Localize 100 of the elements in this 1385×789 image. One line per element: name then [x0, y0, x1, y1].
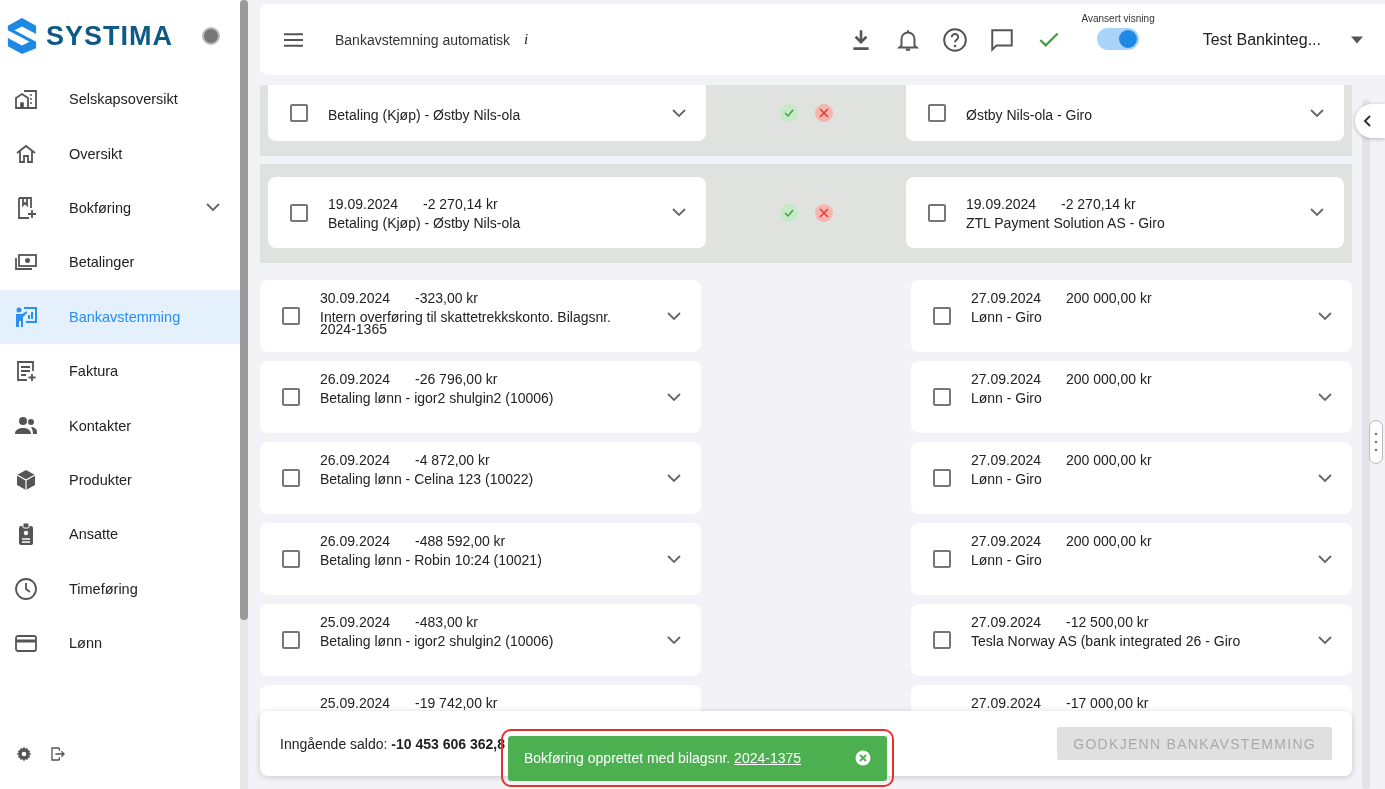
- chevron-down-icon[interactable]: [1310, 108, 1324, 118]
- date-text: 19.09.2024: [328, 196, 400, 213]
- amount-text: -4 872,00 kr: [415, 452, 490, 469]
- date-text: 27.09.2024: [971, 533, 1043, 550]
- menu-icon[interactable]: [284, 32, 303, 47]
- checkbox[interactable]: [933, 550, 951, 568]
- checkbox[interactable]: [928, 203, 946, 222]
- date-text: 27.09.2024: [971, 695, 1043, 712]
- chevron-down-icon[interactable]: [667, 554, 681, 564]
- reject-button[interactable]: [814, 104, 833, 122]
- nav-item[interactable]: Produkter: [0, 452, 240, 508]
- date-text: 26.09.2024: [320, 533, 392, 550]
- chevron-down-icon[interactable]: [1310, 208, 1324, 217]
- nav-item[interactable]: Faktura: [0, 343, 240, 399]
- chevron-down-icon[interactable]: [667, 392, 681, 402]
- chevron-down-icon[interactable]: [672, 208, 686, 217]
- checkbox[interactable]: [282, 307, 300, 325]
- chevron-down-icon[interactable]: [672, 108, 686, 118]
- amount-text: -483,00 kr: [415, 614, 479, 631]
- description-text: Lønn - Giro: [971, 392, 1043, 404]
- clock-icon: [14, 576, 38, 601]
- logout-icon[interactable]: [50, 746, 66, 762]
- amount-text: -323,00 kr: [415, 290, 479, 307]
- amount-text: 200 000,00 kr: [1066, 290, 1152, 307]
- nav-item[interactable]: Betalinger: [0, 235, 240, 290]
- amount-text: 200 000,00 kr: [1066, 533, 1152, 550]
- nav-item[interactable]: Lønn: [0, 615, 240, 671]
- description-text: Lønn - Giro: [971, 311, 1043, 323]
- date-text: 27.09.2024: [971, 290, 1043, 307]
- description-text: Intern overføring til skattetrekkskonto. Bilagsnr. 2024-1365: [320, 311, 612, 335]
- logo-icon: [6, 17, 38, 55]
- description-text: Betaling lønn - igor2 shulgin2 (10006): [320, 392, 555, 404]
- reject-button[interactable]: [814, 203, 833, 222]
- status-dot[interactable]: [202, 27, 220, 45]
- description-text: Tesla Norway AS (bank integrated 26 - Giro: [971, 635, 1242, 647]
- nav-item[interactable]: Bokføring: [0, 180, 240, 236]
- description-text: Lønn - Giro: [971, 473, 1043, 485]
- chevron-down-icon[interactable]: [1318, 473, 1332, 483]
- date-text: 27.09.2024: [971, 452, 1043, 469]
- chat-icon[interactable]: [988, 26, 1015, 53]
- close-icon[interactable]: [855, 750, 871, 766]
- description-text: Betaling (Kjøp) - Østby Nils-ola: [328, 217, 522, 229]
- nav-item[interactable]: Oversikt: [0, 126, 240, 181]
- amount-text: -17 000,00 kr: [1066, 695, 1149, 712]
- amount-text: 200 000,00 kr: [1066, 371, 1152, 388]
- chevron-down-icon[interactable]: [1318, 311, 1332, 321]
- date-text: 27.09.2024: [971, 371, 1043, 388]
- date-text: 25.09.2024: [320, 614, 392, 631]
- checkbox[interactable]: [282, 631, 300, 649]
- nav-item[interactable]: Selskapsoversikt: [0, 72, 240, 127]
- checkbox[interactable]: [290, 104, 308, 122]
- checkbox[interactable]: [282, 469, 300, 487]
- amount-text: -12 500,00 kr: [1066, 614, 1149, 631]
- company-selector[interactable]: Test Bankinteg...: [1202, 30, 1321, 49]
- date-text: 27.09.2024: [971, 614, 1043, 631]
- description-text: Betaling (Kjøp) - Østby Nils-ola: [328, 109, 522, 121]
- resize-handle[interactable]: [1369, 420, 1383, 464]
- description-text: Betaling lønn - igor2 shulgin2 (10006): [320, 635, 555, 647]
- checkbox[interactable]: [928, 104, 946, 122]
- check-icon: [783, 108, 794, 118]
- collapse-button[interactable]: [1355, 104, 1385, 138]
- chevron-left-icon: [1363, 115, 1371, 127]
- checkbox[interactable]: [282, 550, 300, 568]
- chevron-down-icon[interactable]: [667, 635, 681, 645]
- nav-item[interactable]: Timeføring: [0, 561, 240, 616]
- chevron-down-icon[interactable]: [206, 203, 220, 213]
- scrollbar-thumb[interactable]: [240, 0, 248, 620]
- settings-icon[interactable]: [16, 746, 32, 762]
- checkbox[interactable]: [282, 388, 300, 406]
- caret-icon[interactable]: [1351, 35, 1363, 44]
- amount-text: -19 742,00 kr: [415, 695, 498, 712]
- chevron-down-icon[interactable]: [667, 473, 681, 483]
- checkbox[interactable]: [933, 388, 951, 406]
- amount-text: -2 270,14 kr: [423, 196, 498, 213]
- checkbox[interactable]: [933, 631, 951, 649]
- amount-text: -2 270,14 kr: [1061, 196, 1136, 213]
- check-icon: [783, 207, 794, 218]
- chevron-down-icon[interactable]: [1318, 635, 1332, 645]
- close-icon: [818, 108, 829, 118]
- nav-item[interactable]: Ansatte: [0, 507, 240, 562]
- help-icon[interactable]: [941, 26, 968, 53]
- toast-message: Bokføring opprettet med bilagsnr. 2024-1375: [524, 750, 803, 766]
- document-add-icon: [14, 359, 38, 384]
- info-icon[interactable]: i: [524, 31, 529, 48]
- date-text: 19.09.2024: [966, 196, 1038, 213]
- nav-item[interactable]: Kontakter: [0, 398, 240, 453]
- checkbox[interactable]: [290, 203, 308, 222]
- checkbox[interactable]: [933, 307, 951, 325]
- chevron-down-icon[interactable]: [1318, 554, 1332, 564]
- chevron-down-icon[interactable]: [667, 311, 681, 321]
- chevron-down-icon[interactable]: [1318, 392, 1332, 402]
- presenter-icon: [14, 304, 38, 329]
- date-text: 26.09.2024: [320, 452, 392, 469]
- checkbox[interactable]: [933, 469, 951, 487]
- amount-text: -488 592,00 kr: [415, 533, 506, 550]
- description-text: Betaling lønn - Robin 10:24 (10021): [320, 554, 543, 566]
- description-text: ZTL Payment Solution AS - Giro: [966, 217, 1166, 229]
- toggle-label: Avansert visning: [1081, 13, 1155, 24]
- close-icon: [818, 207, 829, 218]
- toggle-switch[interactable]: [1097, 28, 1140, 50]
